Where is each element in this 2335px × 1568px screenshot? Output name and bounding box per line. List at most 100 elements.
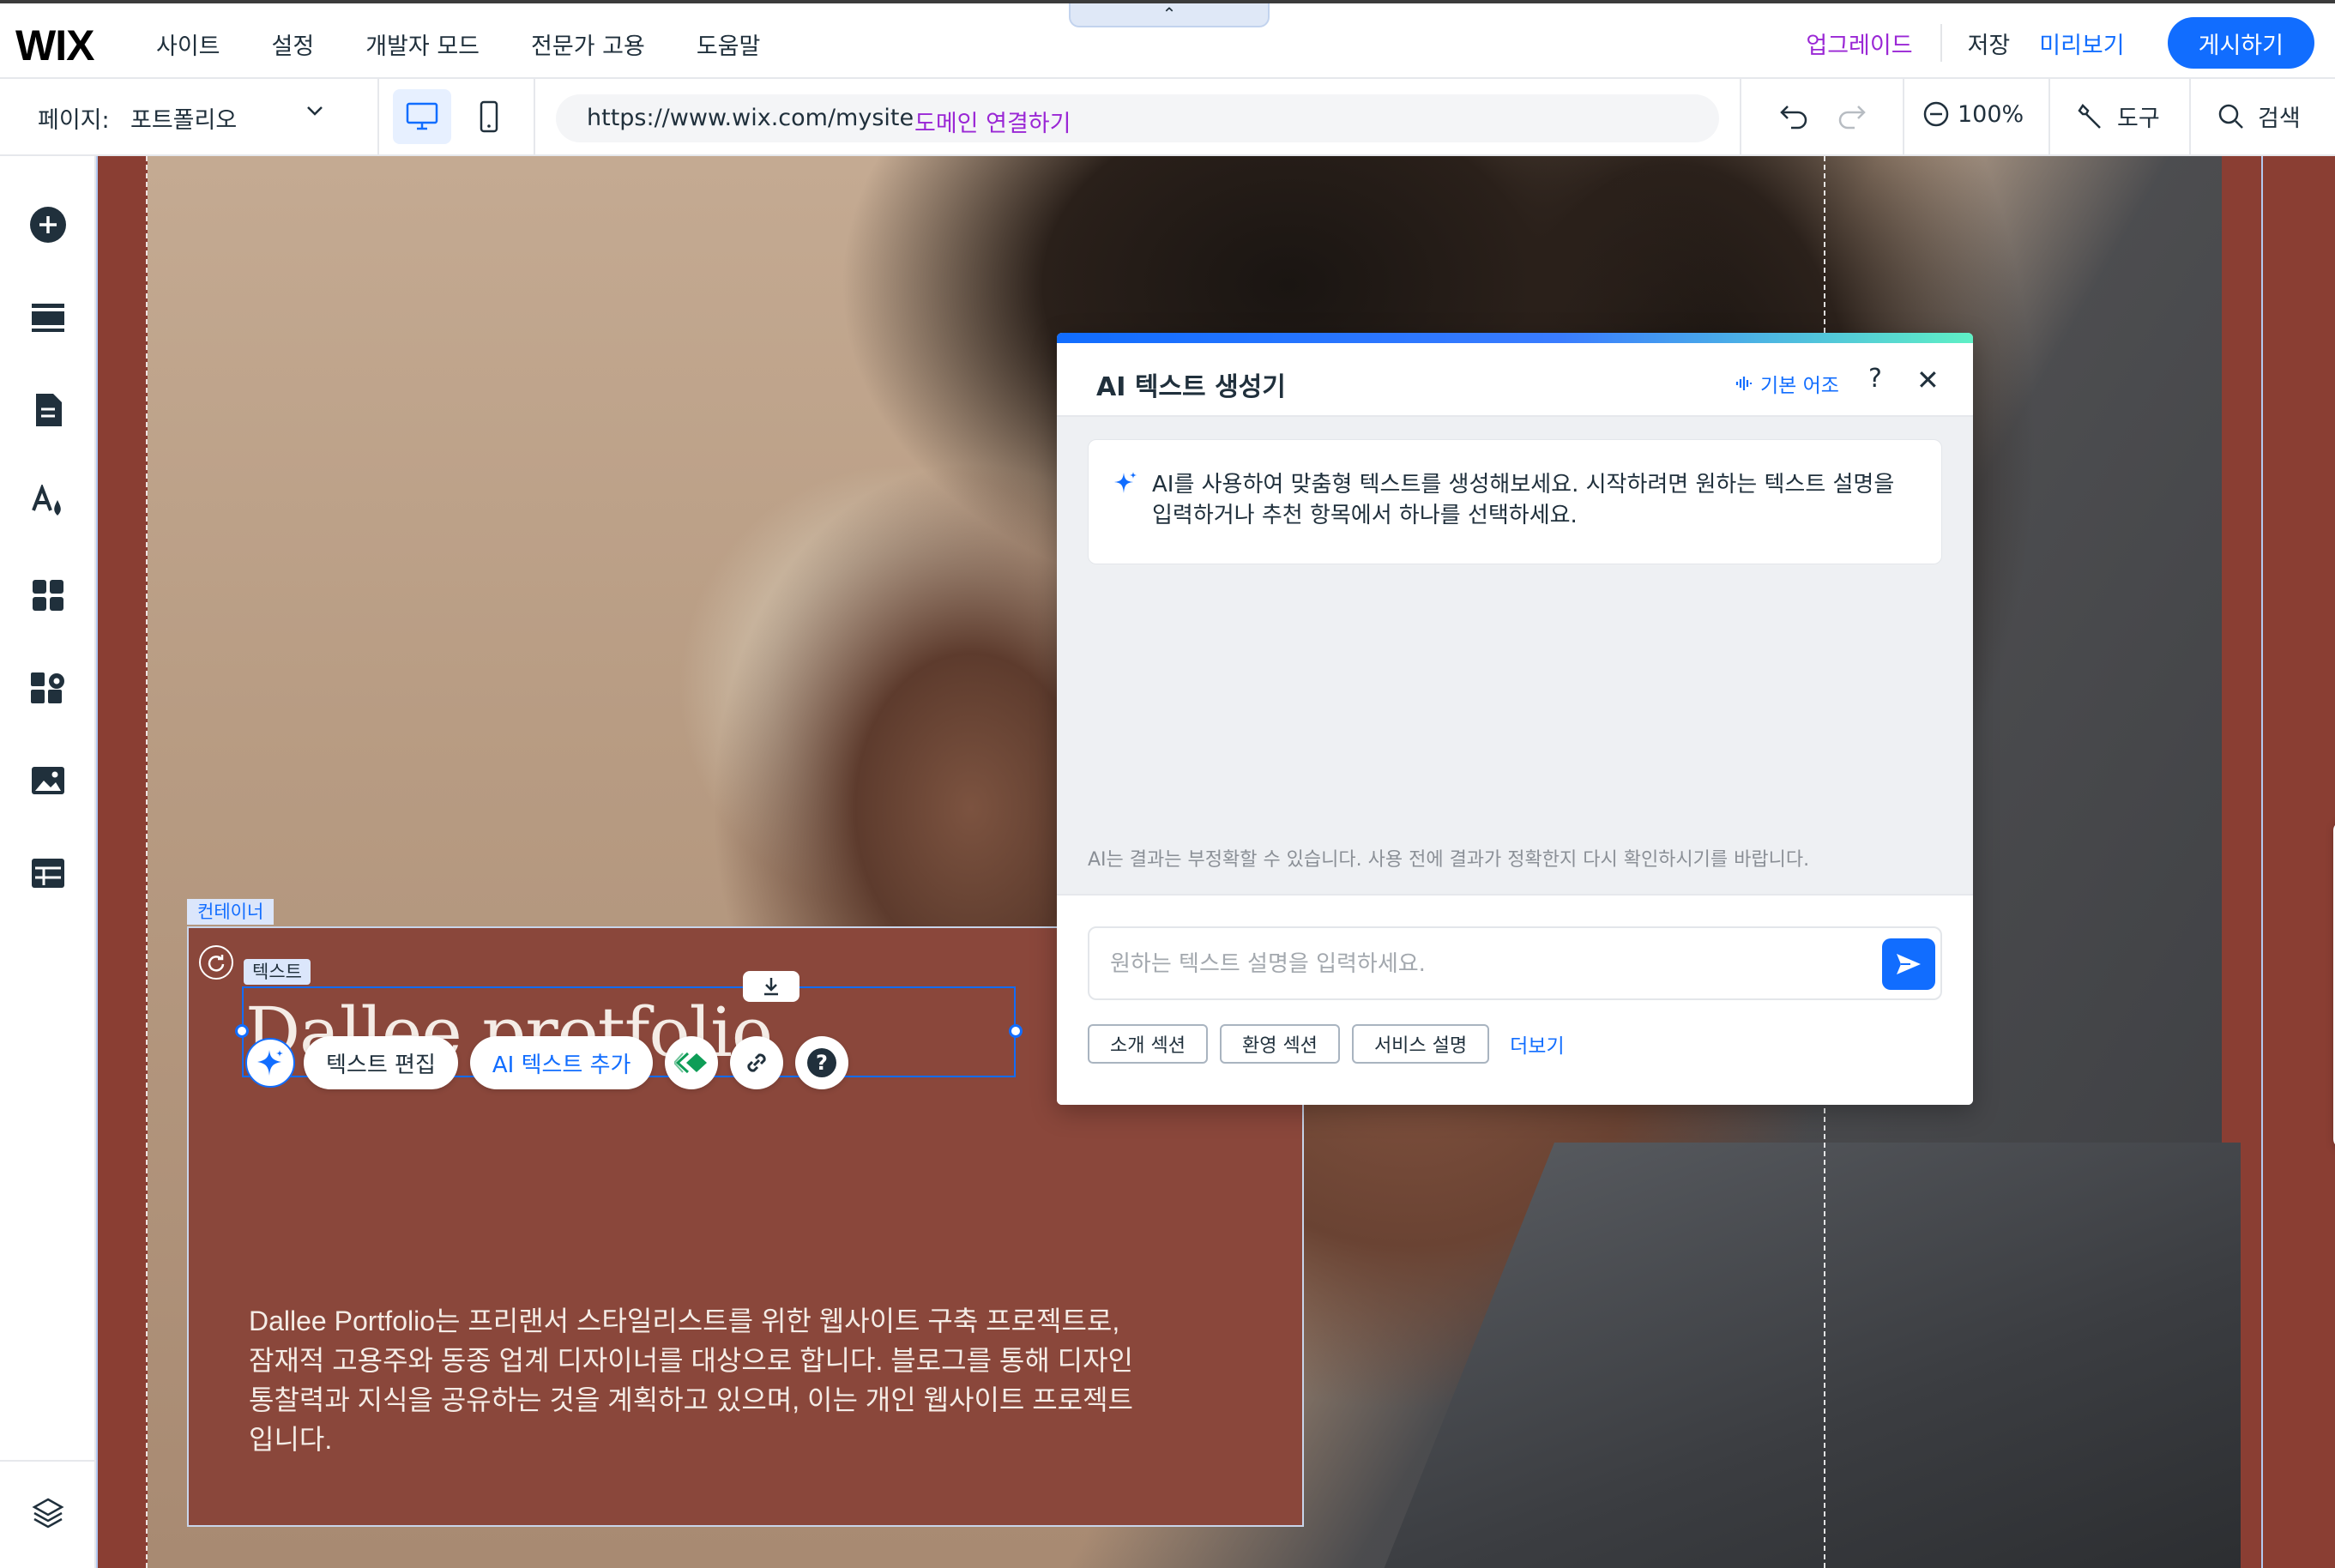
ai-disclaimer: AI는 결과는 부정확할 수 있습니다. 사용 전에 결과가 정확한지 다시 확… bbox=[1088, 849, 1810, 871]
animation-button[interactable] bbox=[665, 1036, 719, 1089]
chip-welcome-section[interactable]: 환영 섹션 bbox=[1219, 1024, 1340, 1064]
panel-title: AI 텍스트 생성기 bbox=[1096, 372, 1286, 402]
canvas-edge bbox=[96, 156, 98, 1568]
voice-wave-icon bbox=[1735, 377, 1753, 390]
pages-icon[interactable] bbox=[27, 389, 69, 431]
link-button[interactable] bbox=[730, 1036, 784, 1089]
rotate-icon bbox=[208, 955, 225, 972]
zoom-out-icon[interactable] bbox=[1922, 100, 1951, 129]
chip-service-description[interactable]: 서비스 설명 bbox=[1351, 1024, 1490, 1064]
ai-assistant-button[interactable] bbox=[245, 1038, 295, 1088]
help-icon: ? bbox=[807, 1048, 837, 1077]
page-label: 페이지: bbox=[38, 107, 110, 134]
resize-handle-right[interactable] bbox=[1009, 1024, 1023, 1038]
menu-help[interactable]: 도움말 bbox=[697, 27, 761, 61]
site-url: https://www.wix.com/mysite bbox=[587, 105, 914, 131]
wix-logo[interactable]: WIX bbox=[15, 21, 94, 70]
tone-label: 기본 어조 bbox=[1760, 375, 1839, 397]
animation-icon bbox=[674, 1052, 708, 1074]
site-description[interactable]: Dallee Portfolio는 프리랜서 스타일리스트를 위한 웹사이트 구… bbox=[249, 1301, 1141, 1459]
prompt-input[interactable] bbox=[1110, 947, 1865, 981]
divider bbox=[0, 1460, 94, 1462]
more-suggestions-link[interactable]: 더보기 bbox=[1510, 1029, 1564, 1058]
design-icon[interactable] bbox=[27, 482, 69, 523]
mobile-icon bbox=[480, 100, 498, 133]
menu-dev-mode[interactable]: 개발자 모드 bbox=[365, 27, 480, 61]
divider bbox=[534, 79, 535, 154]
prompt-field bbox=[1088, 926, 1942, 1000]
collapse-topbar-button[interactable]: ⌃ bbox=[1069, 3, 1270, 27]
gridline-left bbox=[146, 156, 148, 1568]
mobile-view-button[interactable] bbox=[468, 89, 510, 144]
sparkle-icon bbox=[1114, 472, 1137, 493]
svg-text:?: ? bbox=[817, 1051, 829, 1075]
help-button[interactable]: ? bbox=[1868, 364, 1882, 394]
floating-toolbar: 텍스트 편집 AI 텍스트 추가 ? bbox=[245, 1034, 860, 1091]
table-icon[interactable] bbox=[27, 853, 69, 894]
wrench-icon bbox=[2078, 103, 2101, 129]
panel-footer: 소개 섹션 환영 섹션 서비스 설명 더보기 bbox=[1057, 894, 1973, 1105]
divider bbox=[1903, 79, 1904, 154]
publish-button[interactable]: 게시하기 bbox=[2167, 17, 2314, 69]
sections-icon[interactable] bbox=[27, 297, 69, 338]
tools-label: 도구 bbox=[2117, 106, 2160, 132]
link-icon bbox=[747, 1053, 767, 1072]
search-label: 검색 bbox=[2258, 106, 2301, 132]
business-icon[interactable] bbox=[27, 667, 69, 709]
download-button[interactable] bbox=[743, 971, 799, 1002]
layers-icon[interactable] bbox=[27, 1493, 69, 1534]
menu-site[interactable]: 사이트 bbox=[156, 27, 220, 61]
search-button[interactable]: 검색 bbox=[2217, 100, 2301, 133]
divider bbox=[1740, 79, 1741, 154]
help-button[interactable]: ? bbox=[795, 1036, 849, 1089]
divider bbox=[2189, 79, 2191, 154]
url-bar: https://www.wix.com/mysite 도메인 연결하기 bbox=[556, 94, 1719, 142]
container-tag: 컨테이너 bbox=[187, 899, 275, 925]
menu-settings[interactable]: 설정 bbox=[272, 27, 315, 61]
add-icon[interactable] bbox=[27, 204, 69, 245]
ai-add-text-button[interactable]: AI 텍스트 추가 bbox=[469, 1036, 654, 1089]
edit-text-button[interactable]: 텍스트 편집 bbox=[304, 1036, 458, 1089]
chip-about-section[interactable]: 소개 섹션 bbox=[1088, 1024, 1208, 1064]
redo-icon[interactable] bbox=[1834, 101, 1868, 132]
tools-button[interactable]: 도구 bbox=[2076, 100, 2160, 133]
intro-text: AI를 사용하여 맞춤형 텍스트를 생성해보세요. 시작하려면 원하는 텍스트 … bbox=[1152, 472, 1895, 528]
download-icon bbox=[764, 978, 778, 996]
sparkle-icon bbox=[257, 1050, 283, 1076]
left-rail bbox=[0, 156, 96, 1568]
top-menu: 사이트 설정 개발자 모드 전문가 고용 도움말 bbox=[156, 27, 812, 61]
divider bbox=[1940, 24, 1942, 62]
text-element-tag: 텍스트 bbox=[244, 959, 311, 985]
desktop-icon bbox=[406, 102, 438, 130]
connect-domain-link[interactable]: 도메인 연결하기 bbox=[914, 105, 1071, 138]
tone-selector[interactable]: 기본 어조 bbox=[1735, 369, 1839, 398]
panel-body: AI를 사용하여 맞춤형 텍스트를 생성해보세요. 시작하려면 원하는 텍스트 … bbox=[1057, 417, 1973, 894]
page-selector[interactable]: 포트폴리오 bbox=[130, 101, 237, 135]
intro-message: AI를 사용하여 맞춤형 텍스트를 생성해보세요. 시작하려면 원하는 텍스트 … bbox=[1088, 439, 1942, 564]
save-button[interactable]: 저장 bbox=[1968, 27, 2011, 60]
ai-text-generator-panel: AI 텍스트 생성기 기본 어조 ? ✕ AI를 사용하여 맞춤형 텍스트를 생… bbox=[1057, 333, 1973, 1105]
upgrade-link[interactable]: 업그레이드 bbox=[1806, 27, 1912, 60]
suggestion-chips: 소개 섹션 환영 섹션 서비스 설명 더보기 bbox=[1088, 1024, 1565, 1064]
media-icon[interactable] bbox=[27, 760, 69, 801]
rotate-handle[interactable] bbox=[199, 945, 233, 980]
zoom-control[interactable]: 100% bbox=[1922, 100, 2024, 129]
canvas-edge bbox=[2261, 156, 2263, 1568]
chevron-down-icon[interactable] bbox=[302, 98, 328, 124]
divider bbox=[2048, 79, 2050, 154]
send-icon bbox=[1897, 954, 1921, 974]
send-button[interactable] bbox=[1882, 938, 1935, 990]
undo-icon[interactable] bbox=[1777, 101, 1812, 132]
editor-toolbar: 페이지: 포트폴리오 https://www.wix.com/mysite 도메… bbox=[0, 79, 2335, 156]
search-icon bbox=[2218, 104, 2243, 129]
apps-icon[interactable] bbox=[27, 575, 69, 616]
zoom-level: 100% bbox=[1958, 100, 2024, 128]
divider bbox=[377, 79, 379, 154]
preview-button[interactable]: 미리보기 bbox=[2039, 27, 2124, 60]
menu-hire-expert[interactable]: 전문가 고용 bbox=[531, 27, 645, 61]
desktop-view-button[interactable] bbox=[393, 89, 451, 144]
panel-header: AI 텍스트 생성기 기본 어조 ? ✕ bbox=[1057, 343, 1973, 417]
panel-accent-bar bbox=[1057, 333, 1973, 343]
top-bar: WIX 사이트 설정 개발자 모드 전문가 고용 도움말 ⌃ 업그레이드 저장 … bbox=[0, 0, 2335, 79]
close-button[interactable]: ✕ bbox=[1916, 364, 1940, 396]
